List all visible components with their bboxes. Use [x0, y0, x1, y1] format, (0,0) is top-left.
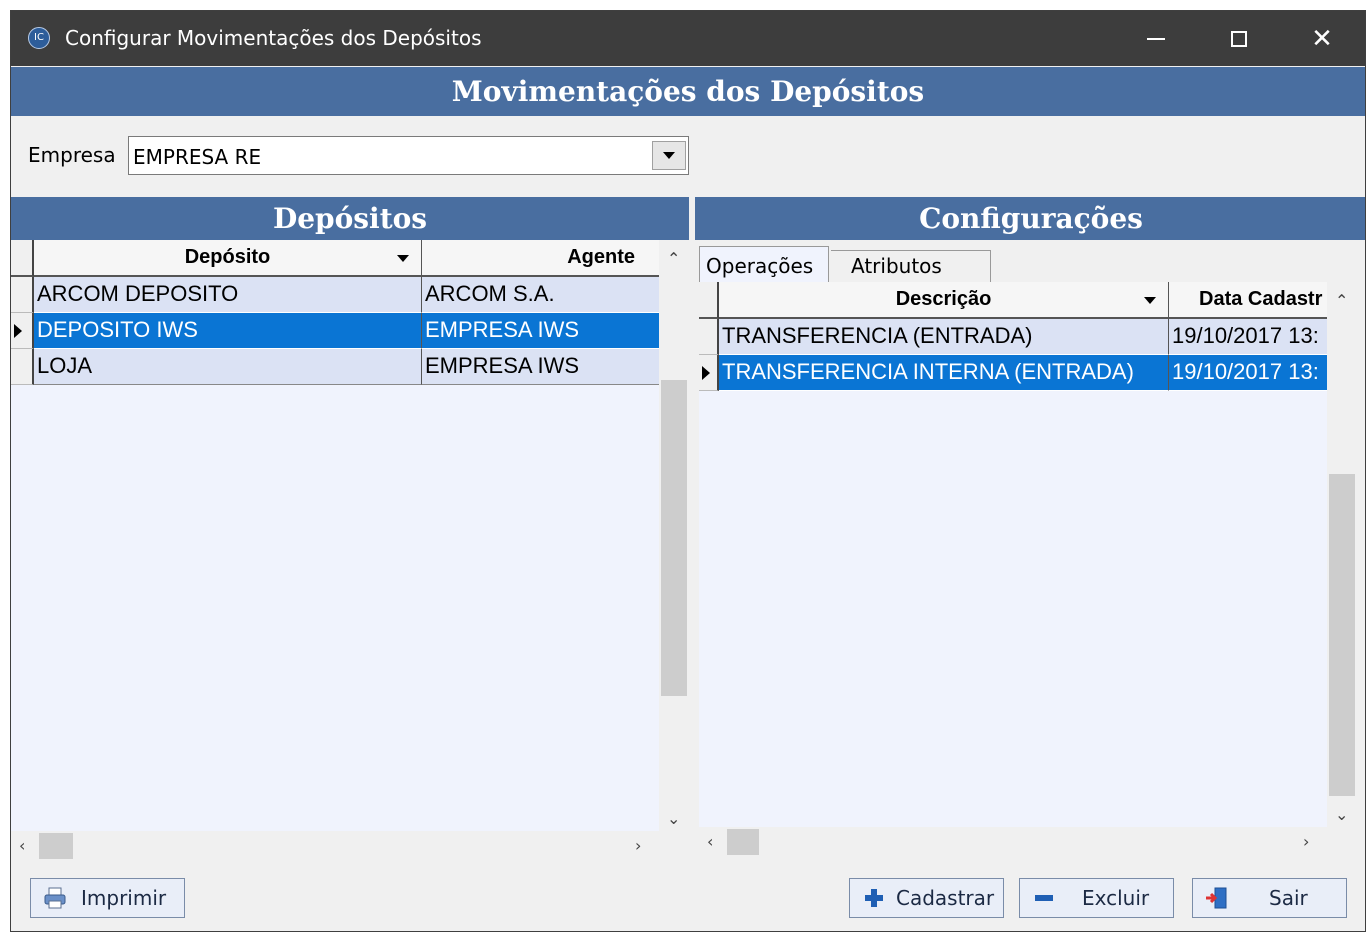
- plus-icon: [862, 886, 886, 910]
- tab-strip: Operações Atributos: [695, 240, 1365, 283]
- operacoes-grid[interactable]: Descrição Data Cadastr TRANSFERENCIA (EN…: [699, 282, 1327, 827]
- chevron-down-icon: [663, 152, 675, 159]
- depositos-title: Depósitos: [11, 197, 689, 240]
- excluir-label: Excluir: [1082, 886, 1150, 910]
- table-row-cell[interactable]: EMPRESA IWS: [422, 313, 659, 349]
- scroll-up-icon[interactable]: ⌃: [667, 250, 680, 268]
- sort-dropdown-icon[interactable]: [1144, 297, 1156, 304]
- imprimir-label: Imprimir: [81, 886, 167, 910]
- row-indicator[interactable]: [11, 277, 34, 313]
- table-row-cell[interactable]: EMPRESA IWS: [422, 349, 659, 385]
- row-indicator-selected[interactable]: [699, 355, 719, 391]
- scroll-left-icon[interactable]: ‹: [19, 837, 25, 855]
- main-window: IC Configurar Movimentações dos Depósito…: [10, 10, 1366, 932]
- table-row-cell[interactable]: TRANSFERENCIA (ENTRADA): [719, 319, 1169, 355]
- table-row-cell[interactable]: 19/10/2017 13:: [1169, 319, 1327, 355]
- current-row-icon: [702, 366, 710, 380]
- title-bar[interactable]: IC Configurar Movimentações dos Depósito…: [11, 11, 1365, 66]
- empresa-dropdown-button[interactable]: [652, 141, 686, 170]
- scroll-thumb[interactable]: [661, 380, 687, 696]
- tab-operacoes[interactable]: Operações: [699, 246, 829, 283]
- page-title: Movimentações dos Depósitos: [11, 67, 1365, 116]
- minimize-button[interactable]: [1116, 11, 1196, 66]
- col-header-descricao-label: Descrição: [895, 288, 992, 310]
- exit-door-icon: [1205, 886, 1229, 910]
- maximize-button[interactable]: [1199, 11, 1279, 66]
- tab-atributos[interactable]: Atributos: [831, 250, 991, 282]
- scroll-right-icon[interactable]: ›: [1303, 833, 1309, 851]
- row-indicator-selected[interactable]: [11, 313, 34, 349]
- table-row-cell[interactable]: 19/10/2017 13:: [1169, 355, 1327, 391]
- cadastrar-button[interactable]: Cadastrar: [849, 878, 1004, 918]
- sair-button[interactable]: Sair: [1192, 878, 1347, 918]
- configuracoes-title: Configurações: [695, 197, 1365, 240]
- grid-corner: [11, 240, 34, 277]
- scroll-thumb[interactable]: [727, 829, 759, 855]
- grid-corner: [699, 282, 719, 319]
- operacoes-horizontal-scrollbar[interactable]: ‹ ›: [699, 827, 1327, 857]
- col-header-agente-label: Agente: [567, 246, 635, 268]
- operacoes-vertical-scrollbar[interactable]: ⌃ ⌄: [1327, 282, 1357, 827]
- depositos-grid[interactable]: Depósito Agente ARCOM DEPOSITO ARCOM S.A…: [11, 240, 659, 831]
- empresa-value: EMPRESA RE: [133, 145, 262, 169]
- table-row-cell[interactable]: ARCOM S.A.: [422, 277, 659, 313]
- scroll-thumb[interactable]: [39, 833, 73, 859]
- tab-atributos-label: Atributos: [851, 254, 942, 278]
- scroll-up-icon[interactable]: ⌃: [1335, 292, 1348, 310]
- excluir-button[interactable]: Excluir: [1019, 878, 1174, 918]
- sair-label: Sair: [1269, 886, 1308, 910]
- table-row-cell[interactable]: LOJA: [34, 349, 422, 385]
- col-header-deposito-label: Depósito: [184, 246, 271, 268]
- minimize-icon: [1147, 37, 1165, 40]
- col-header-deposito[interactable]: Depósito: [34, 240, 422, 277]
- tab-operacoes-label: Operações: [706, 254, 814, 278]
- cadastrar-label: Cadastrar: [896, 886, 995, 910]
- window-title: Configurar Movimentações dos Depósitos: [65, 26, 482, 50]
- scroll-down-icon[interactable]: ⌄: [667, 810, 680, 828]
- empresa-label: Empresa: [28, 143, 116, 167]
- col-header-descricao[interactable]: Descrição: [719, 282, 1169, 319]
- printer-icon: [43, 886, 67, 910]
- imprimir-button[interactable]: Imprimir: [30, 878, 185, 918]
- close-button[interactable]: ✕: [1282, 11, 1362, 66]
- table-row-cell[interactable]: DEPOSITO IWS: [34, 313, 422, 349]
- scroll-thumb[interactable]: [1329, 474, 1355, 796]
- scroll-right-icon[interactable]: ›: [635, 837, 641, 855]
- depositos-vertical-scrollbar[interactable]: ⌃ ⌄: [659, 240, 689, 831]
- table-row-cell[interactable]: ARCOM DEPOSITO: [34, 277, 422, 313]
- scroll-down-icon[interactable]: ⌄: [1335, 806, 1348, 824]
- col-header-agente[interactable]: Agente: [422, 240, 659, 277]
- depositos-horizontal-scrollbar[interactable]: ‹ ›: [11, 831, 659, 861]
- empresa-select[interactable]: EMPRESA RE: [128, 136, 689, 175]
- minus-icon: [1032, 886, 1056, 910]
- current-row-icon: [14, 324, 22, 338]
- maximize-icon: [1231, 30, 1247, 47]
- app-logo-icon: IC: [28, 27, 50, 49]
- row-indicator[interactable]: [699, 319, 719, 355]
- table-row-cell[interactable]: TRANSFERENCIA INTERNA (ENTRADA): [719, 355, 1169, 391]
- sort-dropdown-icon[interactable]: [397, 255, 409, 262]
- close-icon: ✕: [1311, 23, 1333, 54]
- col-header-data-label: Data Cadastr: [1199, 288, 1323, 310]
- col-header-data-cadastro[interactable]: Data Cadastr: [1169, 282, 1327, 319]
- row-indicator[interactable]: [11, 349, 34, 385]
- scroll-left-icon[interactable]: ‹: [707, 833, 713, 851]
